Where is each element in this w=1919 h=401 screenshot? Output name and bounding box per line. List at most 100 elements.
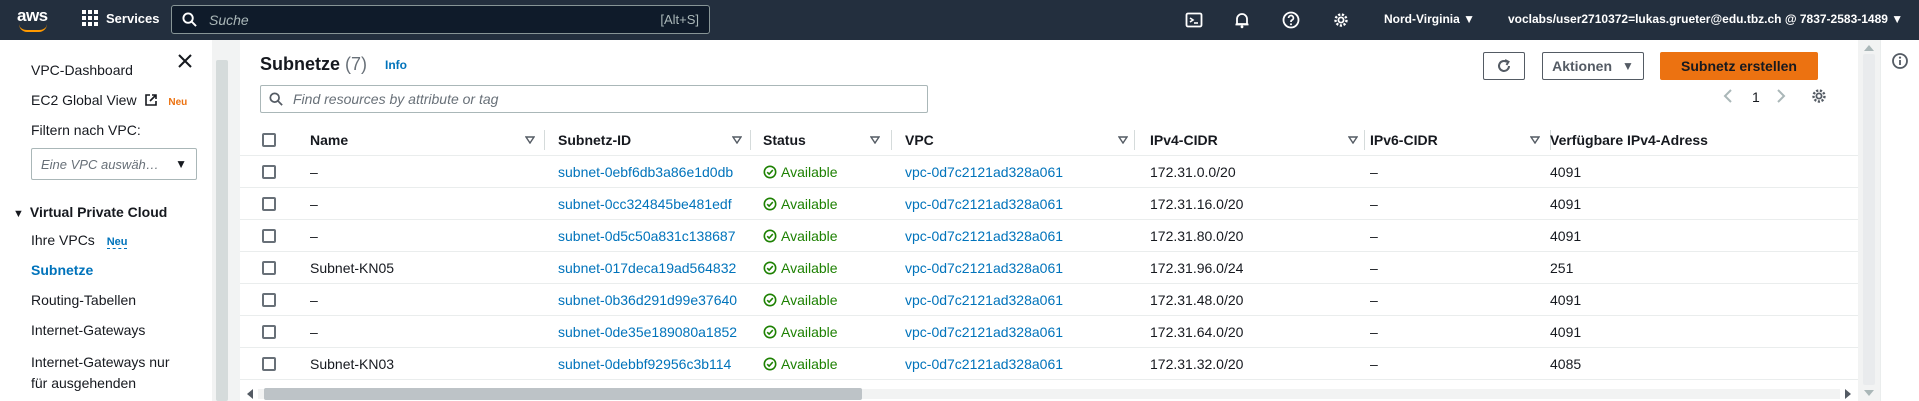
info-circle-icon[interactable] [1891,52,1909,70]
cell-available-ipv4: 4091 [1550,196,1582,212]
row-checkbox[interactable] [262,261,276,275]
table-horizontal-scrollbar[interactable] [240,381,1858,401]
ec2-global-label: EC2 Global View [31,92,137,108]
column-divider [750,130,751,150]
select-all-checkbox[interactable] [262,133,276,147]
filter-placeholder: Find resources by attribute or tag [293,91,499,107]
cell-ipv6-cidr: – [1370,324,1378,340]
section-virtual-private-cloud[interactable]: ▼ Virtual Private Cloud [13,204,167,220]
scroll-left-icon[interactable] [246,389,254,399]
cell-subnet-id-link[interactable]: subnet-0b36d291d99e37640 [558,292,737,308]
sidebar-item-route-tables[interactable]: Routing-Tabellen [31,292,136,308]
cell-name: – [310,164,318,180]
page-scrollbar[interactable] [1858,40,1880,401]
cell-subnet-id-link[interactable]: subnet-017deca19ad564832 [558,260,736,276]
create-subnet-button[interactable]: Subnetz erstellen [1660,52,1818,80]
page-scroll-thumb[interactable] [1863,54,1875,385]
page-number[interactable]: 1 [1752,89,1760,105]
status-text: Available [781,324,838,340]
vpc-filter-select[interactable]: Eine VPC auswäh… ▼ [31,148,197,180]
sort-caret-icon[interactable] [870,136,880,144]
cell-vpc-link[interactable]: vpc-0d7c2121ad328a061 [905,228,1063,244]
actions-dropdown-button[interactable]: Aktionen ▼ [1542,52,1644,80]
cell-vpc-link[interactable]: vpc-0d7c2121ad328a061 [905,292,1063,308]
sidebar-item-ec2-global-view[interactable]: EC2 Global View Neu [31,92,187,108]
sort-caret-icon[interactable] [732,136,742,144]
next-page-button[interactable] [1776,88,1786,107]
refresh-button[interactable] [1483,52,1525,80]
sidebar-item-your-vpcs[interactable]: Ihre VPCs Neu [31,232,128,249]
status-text: Available [781,260,838,276]
settings-gear-icon[interactable] [1331,10,1351,30]
row-checkbox[interactable] [262,325,276,339]
cell-vpc-link[interactable]: vpc-0d7c2121ad328a061 [905,196,1063,212]
cell-subnet-id-link[interactable]: subnet-0cc324845be481edf [558,196,732,212]
resource-filter-input[interactable]: Find resources by attribute or tag [260,85,928,113]
row-checkbox[interactable] [262,293,276,307]
column-divider [544,130,545,150]
close-sidebar-icon[interactable] [176,52,194,70]
aws-logo-smile [19,24,47,32]
column-header-status[interactable]: Status [763,132,806,148]
sort-caret-icon[interactable] [1118,136,1128,144]
column-divider [1134,130,1135,150]
cell-vpc-link[interactable]: vpc-0d7c2121ad328a061 [905,356,1063,372]
scroll-down-icon[interactable] [1864,390,1874,396]
sidebar-item-subnets[interactable]: Subnetze [31,262,93,278]
scroll-right-icon[interactable] [1844,389,1852,399]
sidebar-item-vpc-dashboard[interactable]: VPC-Dashboard [31,62,133,78]
cell-vpc-link[interactable]: vpc-0d7c2121ad328a061 [905,260,1063,276]
column-header-vpc[interactable]: VPC [905,132,934,148]
table-preferences-gear-icon[interactable] [1810,87,1828,108]
sidebar-item-egress-gateways[interactable]: Internet-Gateways nur [31,354,170,370]
table-row[interactable]: – subnet-0de35e189080a1852 Available vpc-0d… [240,316,1858,348]
bell-icon[interactable] [1232,10,1252,30]
row-checkbox[interactable] [262,357,276,371]
account-menu[interactable]: voclabs/user2710372=lukas.grueter@edu.tb… [1508,12,1903,26]
cell-status: Available [763,196,838,212]
row-checkbox[interactable] [262,165,276,179]
cell-ipv6-cidr: – [1370,356,1378,372]
row-checkbox[interactable] [262,197,276,211]
table-row[interactable]: – subnet-0cc324845be481edf Available vpc-0d… [240,188,1858,220]
services-menu-button[interactable]: Services [82,10,160,26]
column-header-ipv6-cidr[interactable]: IPv6-CIDR [1370,132,1438,148]
global-search-input[interactable]: Suche [Alt+S] [171,5,710,34]
table-row[interactable]: Subnet-KN05 subnet-017deca19ad564832 Avail… [240,252,1858,284]
sidebar-scroll-thumb[interactable] [216,60,228,401]
sort-caret-icon[interactable] [1348,136,1358,144]
prev-page-button[interactable] [1723,88,1733,107]
cell-subnet-id-link[interactable]: subnet-0de35e189080a1852 [558,324,737,340]
cell-subnet-id-link[interactable]: subnet-0debbf92956c3b114 [558,356,731,372]
info-link[interactable]: Info [385,58,407,72]
vpc-filter-label: Filtern nach VPC: [31,122,141,138]
help-icon[interactable] [1281,10,1301,30]
column-header-subnet-id[interactable]: Subnetz-ID [558,132,631,148]
table-row[interactable]: – subnet-0b36d291d99e37640 Available vpc-0d… [240,284,1858,316]
sidebar-item-internet-gateways[interactable]: Internet-Gateways [31,322,145,338]
table-row[interactable]: Subnet-KN03 subnet-0debbf92956c3b114 Avail… [240,348,1858,380]
cell-ipv4-cidr: 172.31.48.0/20 [1150,292,1244,308]
cell-available-ipv4: 4085 [1550,356,1582,372]
column-header-name[interactable]: Name [310,132,348,148]
aws-logo[interactable]: aws [17,6,53,34]
cell-vpc-link[interactable]: vpc-0d7c2121ad328a061 [905,164,1063,180]
sidebar-scrollbar[interactable] [212,40,232,401]
sort-caret-icon[interactable] [525,136,535,144]
search-shortcut: [Alt+S] [660,12,699,27]
region-selector[interactable]: Nord-Virginia ▼ [1384,12,1475,26]
table-row[interactable]: – subnet-0ebf6db3a86e1d0db Available vpc-0d… [240,156,1858,188]
column-header-ipv4-cidr[interactable]: IPv4-CIDR [1150,132,1218,148]
scroll-up-icon[interactable] [1864,45,1874,51]
row-checkbox[interactable] [262,229,276,243]
table-row[interactable]: – subnet-0d5c50a831c138687 Available vpc-0d… [240,220,1858,252]
cell-vpc-link[interactable]: vpc-0d7c2121ad328a061 [905,324,1063,340]
sort-caret-icon[interactable] [1530,136,1540,144]
sidebar-item-egress-gateways-line2[interactable]: für ausgehenden [31,375,136,391]
cloudshell-icon[interactable] [1184,10,1204,30]
cell-subnet-id-link[interactable]: subnet-0d5c50a831c138687 [558,228,736,244]
cell-status: Available [763,324,838,340]
column-header-available-ipv4[interactable]: Verfügbare IPv4-Adress [1550,132,1858,148]
scroll-thumb[interactable] [264,388,862,400]
cell-subnet-id-link[interactable]: subnet-0ebf6db3a86e1d0db [558,164,733,180]
